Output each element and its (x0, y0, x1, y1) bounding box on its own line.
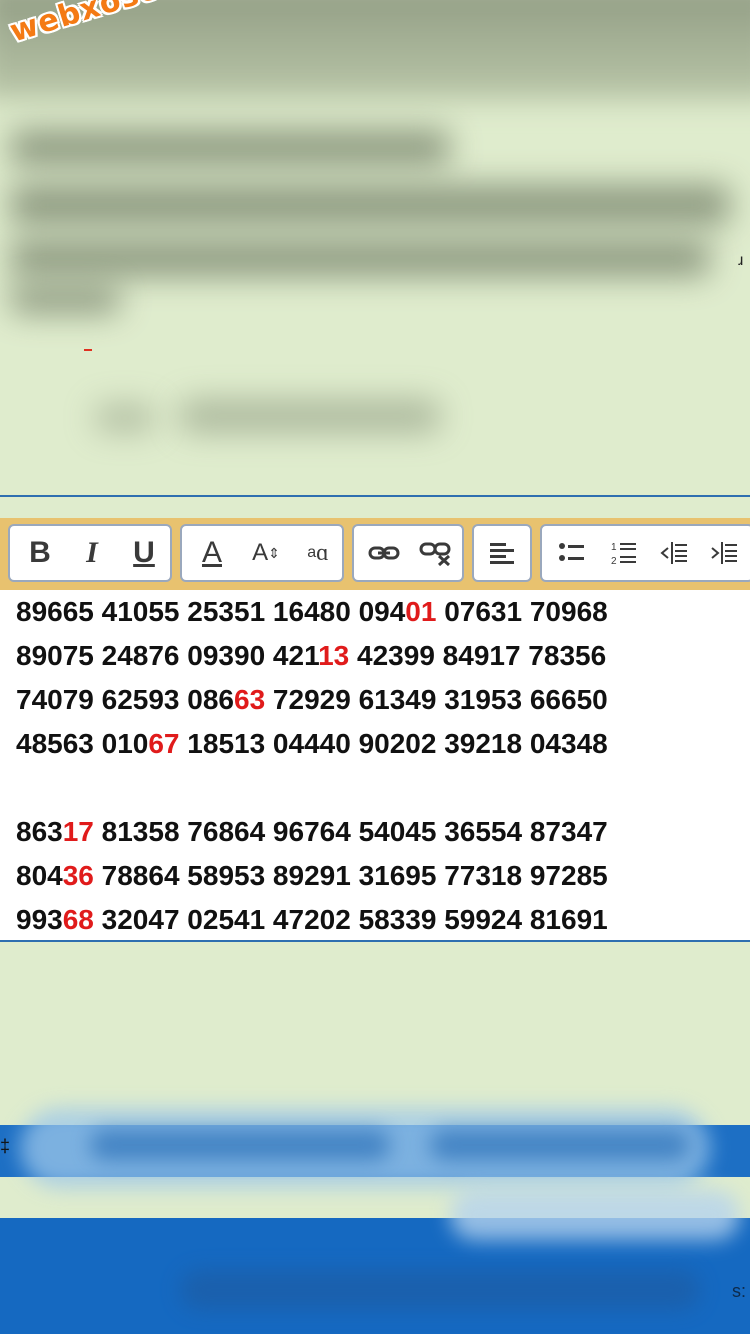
number-line: 48563 01067 18513 04440 90202 39218 0434… (16, 722, 608, 766)
align-group (472, 524, 532, 582)
font-case-icon: a (307, 544, 317, 561)
highlighted-digits: 67 (148, 728, 180, 759)
underline-icon: U (133, 536, 155, 569)
line-text: 42399 84917 78356 (349, 640, 607, 671)
blurred-text (10, 240, 710, 276)
blurred-header-area (0, 0, 750, 495)
insert-link-button[interactable] (358, 526, 410, 580)
underline-button[interactable]: U (118, 526, 170, 580)
link-group (352, 524, 464, 582)
font-group: A A ⇕ aɑ (180, 524, 344, 582)
unlink-icon (419, 542, 451, 566)
blurred-text (10, 185, 730, 225)
number-lines: 89665 41055 25351 16480 09401 07631 7096… (16, 590, 608, 942)
bullet-list-button[interactable] (546, 526, 598, 580)
highlighted-digits: 01 (405, 596, 437, 627)
numbered-list-button[interactable]: 1 2 (598, 526, 650, 580)
align-left-icon (490, 543, 514, 564)
line-text: 89075 24876 09390 421 (16, 640, 319, 671)
editor-toolbar: B I U A A ⇕ aɑ 1 2 (0, 518, 750, 590)
highlighted-digits: 68 (62, 904, 94, 935)
line-text: 78864 58953 89291 31695 77318 97285 (93, 860, 608, 891)
blurred-text (430, 1130, 690, 1160)
number-line: 80436 78864 58953 89291 31695 77318 9728… (16, 854, 608, 898)
indent-button[interactable] (698, 526, 750, 580)
number-line: 74079 62593 08663 72929 61349 31953 6665… (16, 678, 608, 722)
line-text: 74079 62593 086 (16, 684, 234, 715)
line-text: 18513 04440 90202 39218 04348 (179, 728, 608, 759)
highlighted-digits: 13 (318, 640, 350, 671)
font-size-button[interactable]: A ⇕ (240, 526, 292, 580)
font-color-icon: A (201, 536, 222, 569)
bullet-list-icon (559, 543, 584, 561)
svg-text:2: 2 (611, 556, 617, 566)
line-text: 804 (16, 860, 63, 891)
line-text: 89665 41055 25351 16480 094 (16, 596, 406, 627)
number-line (16, 766, 608, 810)
line-text: 863 (16, 816, 63, 847)
edge-glyph: ɹ (738, 252, 744, 269)
highlighted-digits: 17 (62, 816, 94, 847)
number-line: 89665 41055 25351 16480 09401 07631 7096… (16, 590, 608, 634)
red-mark (84, 349, 92, 351)
edge-glyph: s: (732, 1281, 747, 1301)
blurred-text (90, 1130, 390, 1160)
italic-button[interactable]: I (66, 526, 118, 580)
line-text: 72929 61349 31953 66650 (265, 684, 608, 715)
blurred-overlay (450, 1190, 740, 1240)
blurred-text (180, 1270, 700, 1310)
line-text: 48563 010 (16, 728, 149, 759)
italic-icon: I (86, 536, 98, 569)
number-line: 99368 32047 02541 47202 58339 59924 8169… (16, 898, 608, 942)
blurred-text (10, 285, 120, 313)
highlighted-digits: 63 (234, 684, 266, 715)
blurred-text (10, 130, 450, 166)
line-text: 07631 70968 (436, 596, 608, 627)
blurred-text (95, 405, 155, 431)
blurred-text (180, 400, 440, 432)
editor-content-area[interactable]: 89665 41055 25351 16480 09401 07631 7096… (0, 590, 750, 942)
font-case-button[interactable]: aɑ (292, 526, 344, 580)
line-text: 81358 76864 96764 54045 36554 87347 (93, 816, 608, 847)
font-color-button[interactable]: A (186, 526, 238, 580)
highlighted-digits: 36 (62, 860, 94, 891)
list-group: 1 2 (540, 524, 750, 582)
font-size-icon: A (252, 539, 269, 566)
bold-icon: B (29, 536, 51, 569)
bold-button[interactable]: B (14, 526, 66, 580)
outdent-icon (660, 542, 687, 564)
outdent-button[interactable] (648, 526, 700, 580)
edge-glyph: ‡ (0, 1136, 11, 1156)
link-icon (368, 546, 400, 560)
align-left-button[interactable] (476, 526, 528, 580)
number-line: 86317 81358 76864 96764 54045 36554 8734… (16, 810, 608, 854)
indent-icon (711, 542, 737, 564)
number-line: 89075 24876 09390 42113 42399 84917 7835… (16, 634, 608, 678)
divider (0, 495, 750, 497)
line-text: 32047 02541 47202 58339 59924 81691 (93, 904, 608, 935)
line-text: 993 (16, 904, 63, 935)
numbered-list-icon: 1 2 (611, 542, 636, 566)
remove-link-button[interactable] (410, 526, 462, 580)
svg-text:1: 1 (611, 542, 617, 553)
text-style-group: B I U (8, 524, 172, 582)
